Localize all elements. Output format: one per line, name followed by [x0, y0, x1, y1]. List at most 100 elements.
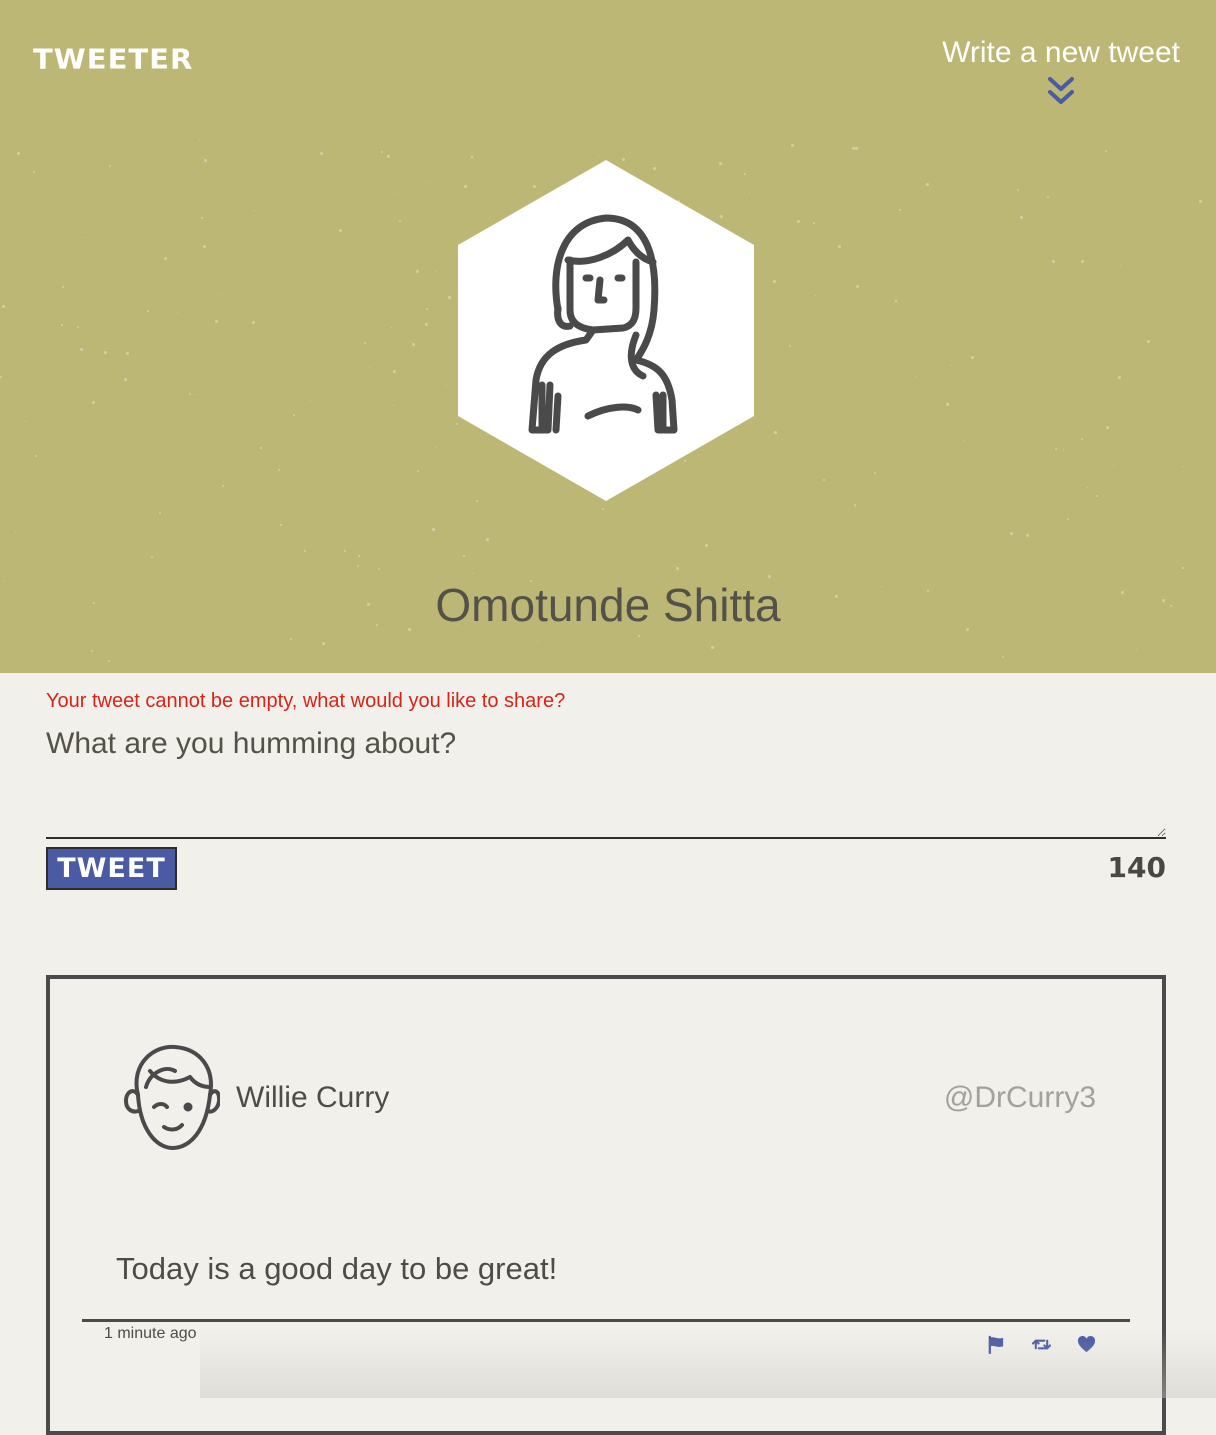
header-speckle [204, 159, 208, 163]
header-speckle [61, 324, 63, 326]
header-speckle [399, 220, 402, 223]
header-speckle [199, 140, 201, 142]
character-counter: 140 [1107, 851, 1166, 884]
header-speckle [823, 479, 826, 482]
header-speckle [638, 635, 641, 638]
header-speckle [1002, 656, 1004, 658]
header-speckle [1017, 189, 1019, 191]
header-speckle [369, 367, 371, 369]
header-speckle [855, 506, 857, 508]
header-speckle [393, 405, 395, 407]
header-speckle [290, 638, 292, 640]
header-speckle [855, 147, 858, 150]
header-speckle [1063, 449, 1065, 451]
header-speckle [320, 152, 324, 156]
header-speckle [378, 568, 381, 571]
header-speckle [463, 555, 466, 558]
header-speckle [416, 270, 420, 274]
header-speckle [471, 156, 473, 158]
double-chevron-down-icon[interactable] [1046, 76, 1076, 108]
header-speckle [1055, 448, 1058, 451]
header-speckle [177, 312, 179, 314]
header-speckle [306, 388, 308, 390]
header-speckle [951, 365, 953, 367]
header-speckle [426, 308, 428, 310]
header-speckle [304, 550, 307, 553]
header-speckle [0, 376, 2, 378]
header-speckle [339, 229, 342, 232]
write-new-tweet-toggle[interactable]: Write a new tweet [942, 36, 1180, 108]
tweet-actions [987, 1335, 1096, 1354]
header-speckle [80, 348, 83, 351]
header-speckle [774, 431, 777, 434]
header-speckle [109, 165, 112, 168]
header-speckle [1199, 200, 1202, 203]
tweet-author-name[interactable]: Willie Curry [236, 1081, 389, 1115]
header-speckle [815, 295, 817, 297]
header-speckle [1136, 649, 1138, 651]
boy-avatar-icon [124, 1044, 220, 1150]
header-speckle [1026, 534, 1030, 538]
tweet-textarea[interactable] [46, 727, 1166, 839]
header-speckle [1096, 495, 1099, 498]
header-speckle [705, 544, 708, 547]
header-speckle [278, 469, 281, 472]
header-speckle [838, 245, 841, 248]
flag-icon[interactable] [987, 1335, 1006, 1354]
header-speckle [62, 286, 65, 289]
heart-icon[interactable] [1077, 1335, 1096, 1354]
header-speckle [435, 447, 437, 449]
header-speckle [1183, 466, 1184, 467]
tweet-author-handle[interactable]: @DrCurry3 [944, 1081, 1096, 1115]
header-speckle [602, 508, 605, 511]
header-speckle [895, 300, 897, 302]
header-speckle [280, 524, 282, 526]
header-speckle [159, 512, 162, 515]
tweet-divider [82, 1319, 1130, 1322]
header-speckle [915, 376, 917, 378]
header-speckle [448, 296, 451, 299]
header-speckle [435, 271, 437, 273]
tweet-timestamp: 1 minute ago [104, 1325, 197, 1342]
header-speckle [1052, 260, 1055, 263]
tweet-submit-button[interactable]: TWEET [46, 847, 177, 890]
header-speckle [598, 155, 600, 157]
tweet-card: Willie Curry @DrCurry3 Today is a good d… [46, 975, 1166, 1435]
profile-avatar [458, 160, 754, 501]
header-speckle [1147, 340, 1151, 344]
header-speckle [333, 396, 335, 398]
header-speckle [1020, 216, 1024, 220]
header-speckle [364, 342, 366, 344]
retweet-icon[interactable] [1032, 1335, 1051, 1354]
header-speckle [1182, 567, 1184, 569]
header-speckle [472, 573, 474, 575]
header-speckle [813, 222, 815, 224]
header-speckle [203, 245, 206, 248]
header-speckle [852, 147, 855, 150]
header-speckle [293, 414, 295, 416]
header-speckle [33, 171, 35, 173]
header-speckle [126, 352, 130, 356]
header-speckle [322, 642, 325, 645]
header-speckle [1047, 196, 1050, 199]
header-speckle [1081, 438, 1084, 441]
header-speckle [201, 217, 203, 219]
header-speckle [971, 356, 975, 360]
header-speckle [17, 152, 21, 156]
tweet-content: Today is a good day to be great! [116, 1251, 558, 1286]
header-speckle [711, 646, 714, 649]
write-new-tweet-label[interactable]: Write a new tweet [942, 36, 1180, 69]
header-speckle [35, 455, 37, 457]
header-speckle [82, 237, 84, 239]
header-speckle [791, 144, 795, 148]
header-speckle [856, 285, 859, 288]
compose-tweet-form: Your tweet cannot be empty, what would y… [46, 690, 1166, 897]
header-speckle [91, 650, 94, 653]
header-speckle [412, 343, 415, 346]
header-speckle [676, 567, 679, 570]
error-message: Your tweet cannot be empty, what would y… [46, 690, 566, 712]
app-logo[interactable]: TWEETER [33, 43, 193, 75]
header-speckle [425, 323, 428, 326]
header-speckle [215, 320, 219, 324]
header-speckle [789, 345, 792, 348]
